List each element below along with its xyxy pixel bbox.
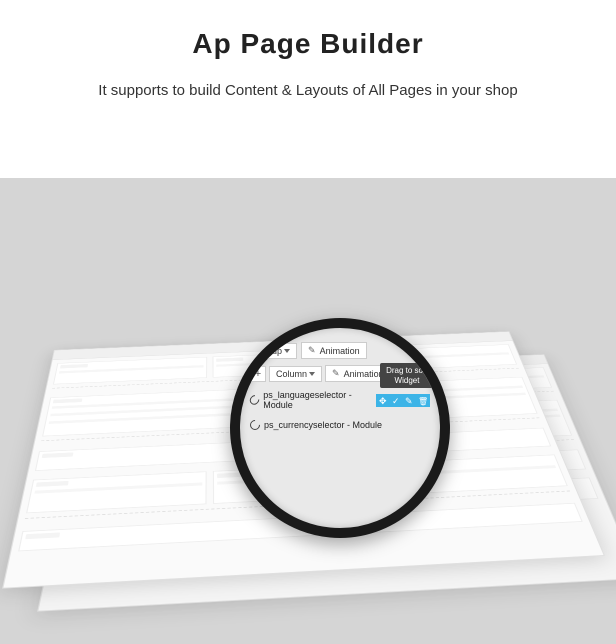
magnifier-lens: Group Animation + Column Animation <box>230 318 450 538</box>
page-subtitle: It supports to build Content & Layouts o… <box>0 82 616 99</box>
check-icon[interactable] <box>392 396 401 405</box>
chevron-down-icon <box>309 372 315 376</box>
move-icon[interactable] <box>379 396 388 405</box>
pencil-icon <box>332 368 342 379</box>
drag-tooltip: Drag to sort Widget <box>380 363 434 388</box>
hook-icon <box>248 393 262 407</box>
animation-label-2: Animation <box>344 369 384 379</box>
animation-button-1[interactable]: Animation <box>301 342 367 359</box>
module-2-label: ps_currencyselector - Module <box>264 420 382 430</box>
column-dropdown[interactable]: Column <box>269 366 322 382</box>
module-row-2[interactable]: ps_currencyselector - Module <box>250 420 430 430</box>
module-row-1[interactable]: ps_languageselector - Module <box>250 390 430 410</box>
widget-actions <box>376 394 430 407</box>
chevron-down-icon <box>284 349 290 353</box>
delete-icon[interactable] <box>418 396 427 405</box>
pencil-icon <box>308 345 318 356</box>
animation-label-1: Animation <box>320 346 360 356</box>
preview-area: Group Animation + Column Animation <box>0 178 616 644</box>
edit-icon[interactable] <box>405 396 414 405</box>
column-label: Column <box>276 369 307 379</box>
page-title: Ap Page Builder <box>0 28 616 60</box>
module-1-label: ps_languageselector - Module <box>263 390 372 410</box>
hook-icon <box>248 418 262 432</box>
add-button[interactable]: + <box>250 366 266 382</box>
